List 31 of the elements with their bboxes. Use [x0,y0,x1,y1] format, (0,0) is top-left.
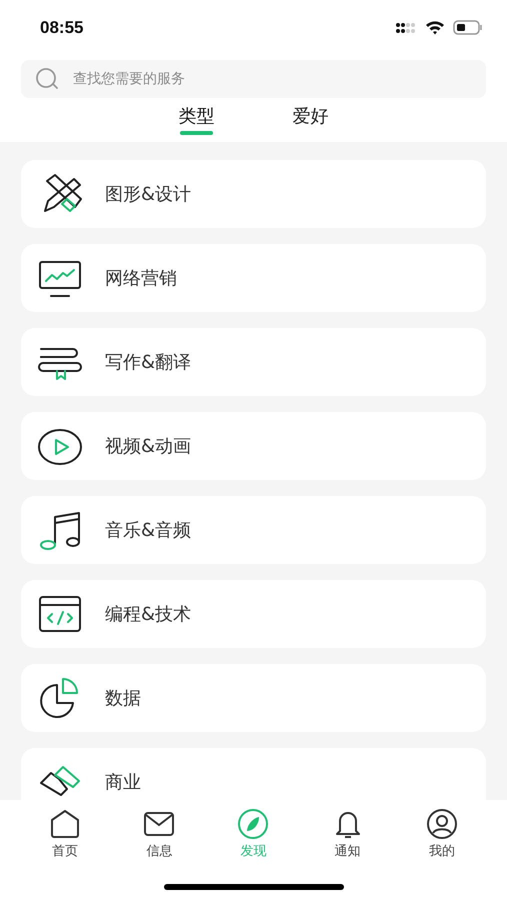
search-field[interactable]: 查找您需要的服务 [21,60,486,98]
category-card[interactable]: 视频&动画 [21,412,486,480]
category-label: 音乐&音频 [105,519,192,542]
category-card[interactable]: 写作&翻译 [21,328,486,396]
category-label: 网络营销 [105,267,177,290]
category-card[interactable]: 数据 [21,664,486,732]
signal-icon [395,20,417,34]
category-card[interactable]: 网络营销 [21,244,486,312]
nav-tab[interactable]: 首页 [35,808,96,860]
category-card[interactable]: 编程&技术 [21,580,486,648]
user-circle-icon [426,808,458,840]
category-card[interactable]: 图形&设计 [21,160,486,228]
nav-tab[interactable]: 通知 [318,808,378,860]
wifi-icon [425,20,445,35]
category-card[interactable]: 商业 [21,748,486,800]
category-label: 图形&设计 [105,183,192,206]
nav-tab[interactable]: 我的 [412,808,472,860]
home-icon [49,808,82,840]
category-label: 商业 [105,771,141,794]
category-label: 写作&翻译 [105,351,192,374]
category-label: 视频&动画 [105,435,192,458]
nav-tab[interactable]: 信息 [129,808,190,860]
category-tab[interactable]: 类型 [178,104,214,135]
category-label: 编程&技术 [105,603,192,626]
category-label: 数据 [105,687,141,710]
category-tab[interactable]: 爱好 [292,104,328,135]
compass-icon [237,808,270,840]
battery-icon [453,20,483,35]
status-time: 08:55 [40,18,84,38]
category-card[interactable]: 音乐&音频 [21,496,486,564]
search-icon [35,68,59,90]
